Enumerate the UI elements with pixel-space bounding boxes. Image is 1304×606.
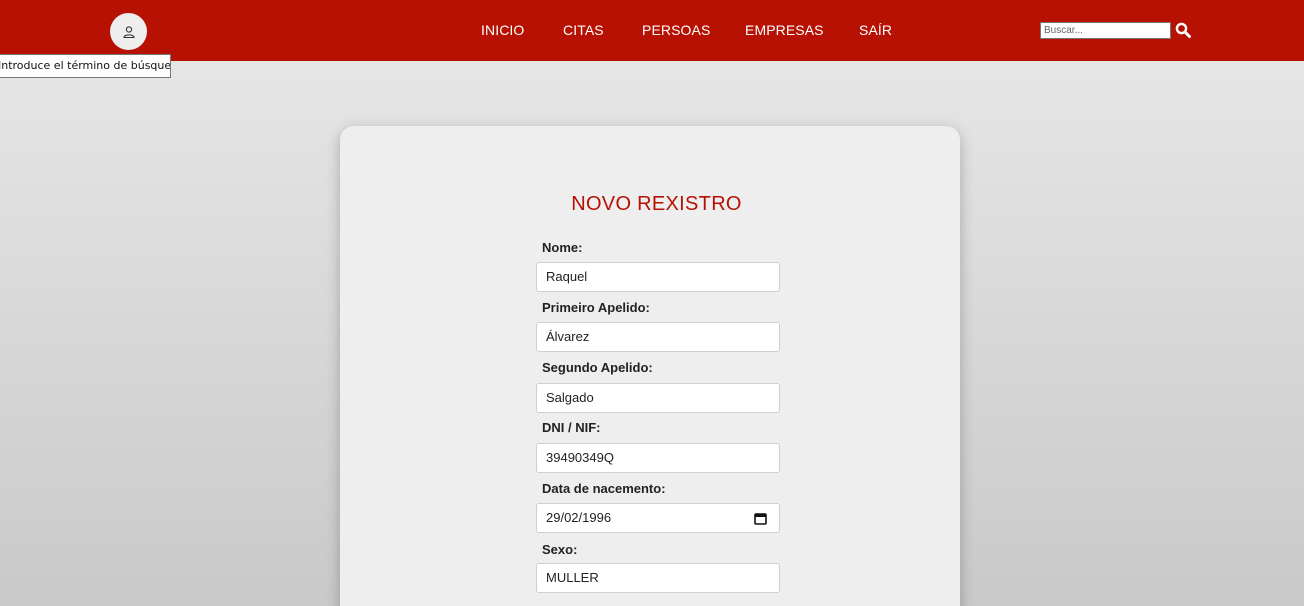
- segundo-apelido-input[interactable]: Salgado: [536, 383, 780, 413]
- nome-input[interactable]: Raquel: [536, 262, 780, 292]
- nome-label: Nome:: [542, 240, 583, 255]
- birthdate-value: 29/02/1996: [546, 510, 612, 525]
- primeiro-apelido-label: Primeiro Apelido:: [542, 300, 650, 315]
- nav-link-sair[interactable]: SAÍR: [859, 22, 892, 38]
- nav-link-inicio[interactable]: INICIO: [481, 22, 524, 38]
- user-profile-button[interactable]: [110, 13, 147, 50]
- search-tooltip: Introduce el término de búsqueda: [0, 54, 171, 78]
- sexo-label: Sexo:: [542, 542, 578, 557]
- dni-nif-input[interactable]: 39490349Q: [536, 443, 780, 473]
- segundo-apelido-label: Segundo Apelido:: [542, 360, 653, 375]
- user-icon: [122, 25, 135, 38]
- primeiro-apelido-input[interactable]: Álvarez: [536, 322, 780, 352]
- nav-link-persoas[interactable]: PERSOAS: [642, 22, 710, 38]
- search-button[interactable]: [1174, 21, 1192, 39]
- top-navbar: INICIO CITAS PERSOAS EMPRESAS SAÍR: [0, 0, 1304, 61]
- calendar-icon[interactable]: [754, 512, 767, 525]
- search-icon: [1175, 22, 1191, 38]
- dni-nif-label: DNI / NIF:: [542, 420, 601, 435]
- nav-link-citas[interactable]: CITAS: [563, 22, 604, 38]
- birthdate-label: Data de nacemento:: [542, 481, 666, 496]
- form-title: NOVO REXISTRO: [571, 193, 742, 215]
- nav-link-empresas[interactable]: EMPRESAS: [745, 22, 824, 38]
- birthdate-input[interactable]: 29/02/1996: [536, 503, 780, 533]
- sexo-input[interactable]: MULLER: [536, 563, 780, 593]
- search-input[interactable]: [1040, 22, 1171, 39]
